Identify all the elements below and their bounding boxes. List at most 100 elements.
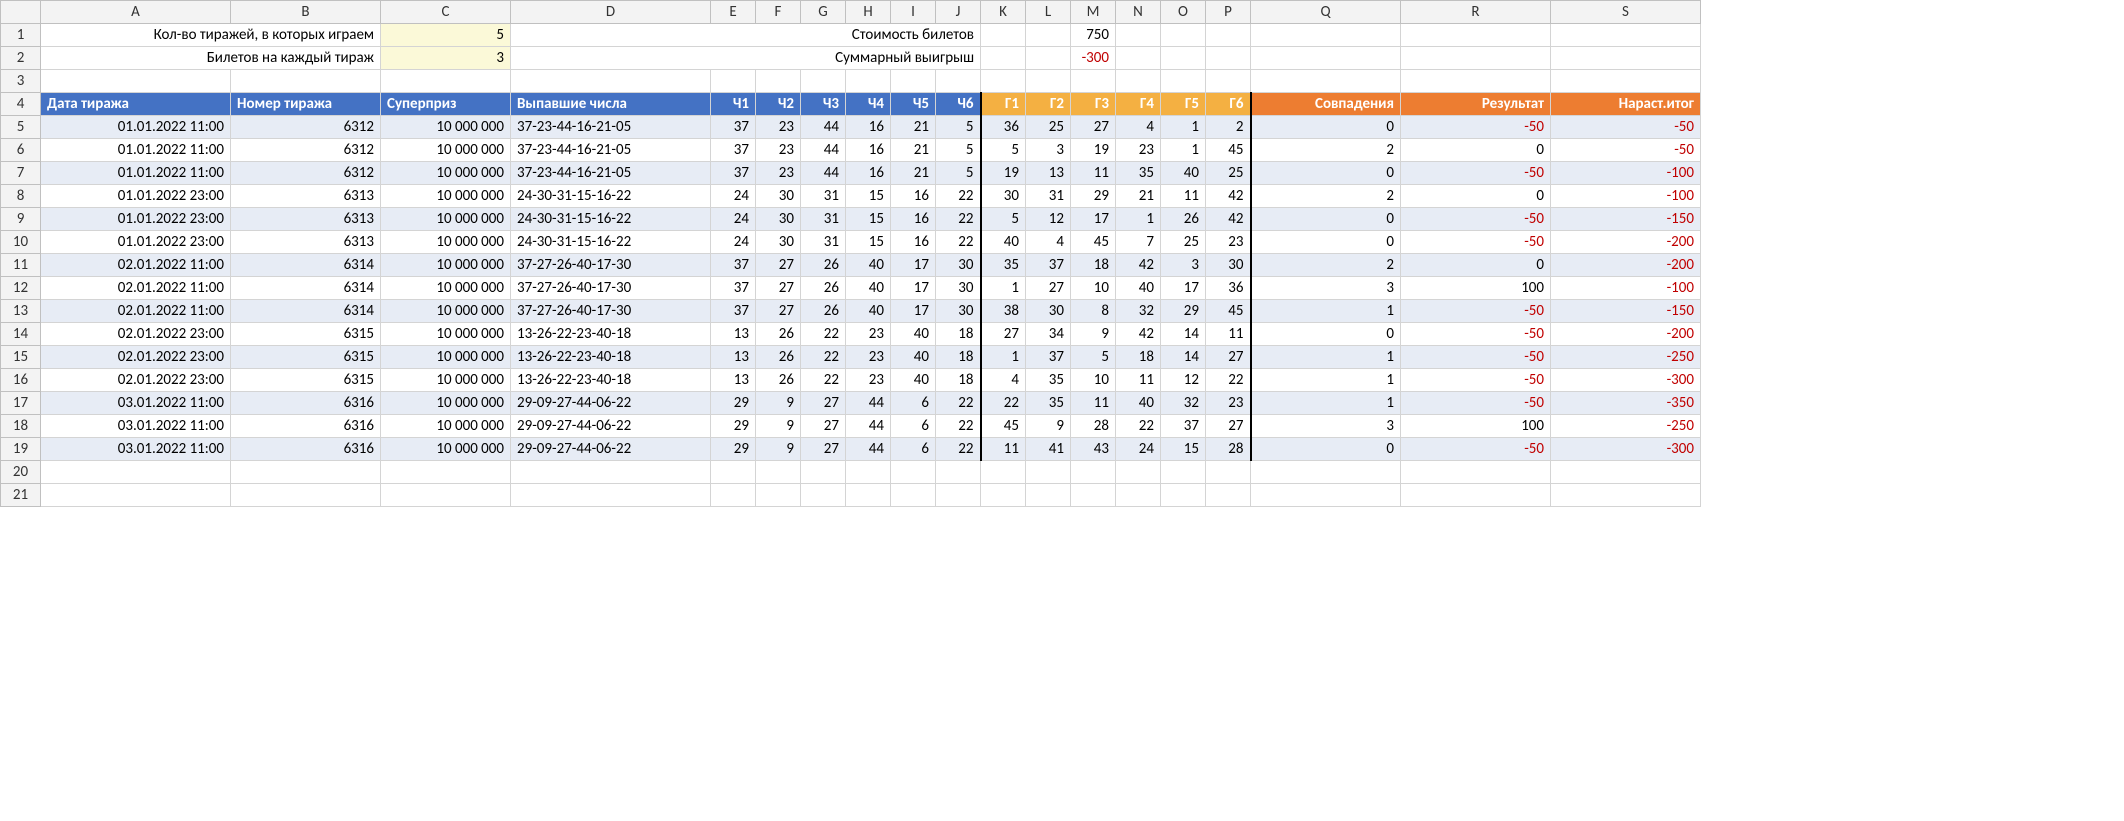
column-header[interactable]: P — [1206, 1, 1251, 24]
cell[interactable]: 9 — [1071, 323, 1116, 346]
cell[interactable]: 30 — [756, 231, 801, 254]
cell[interactable]: 29 — [1161, 300, 1206, 323]
cell[interactable] — [1026, 461, 1071, 484]
cell[interactable]: 37 — [711, 277, 756, 300]
cell[interactable]: 1 — [1161, 116, 1206, 139]
cell[interactable]: 11 — [1206, 323, 1251, 346]
cell[interactable] — [846, 70, 891, 93]
cell[interactable] — [1161, 461, 1206, 484]
cell[interactable] — [1551, 24, 1701, 47]
cell[interactable]: 32 — [1161, 392, 1206, 415]
cell[interactable]: 6316 — [231, 392, 381, 415]
cell[interactable]: 01.01.2022 11:00 — [41, 162, 231, 185]
cell[interactable] — [1206, 47, 1251, 70]
cell[interactable]: -50 — [1401, 392, 1551, 415]
cell[interactable]: 40 — [891, 323, 936, 346]
cell[interactable] — [1026, 70, 1071, 93]
cell[interactable]: 30 — [936, 300, 981, 323]
cell[interactable]: 44 — [846, 438, 891, 461]
cell[interactable]: 37 — [711, 139, 756, 162]
cell[interactable]: 21 — [891, 139, 936, 162]
cell[interactable]: 26 — [801, 277, 846, 300]
cell[interactable]: 29 — [711, 438, 756, 461]
cell[interactable] — [756, 484, 801, 507]
cell[interactable]: 28 — [1071, 415, 1116, 438]
cell[interactable]: 27 — [1026, 277, 1071, 300]
cell[interactable]: 6313 — [231, 231, 381, 254]
cell[interactable]: 27 — [801, 415, 846, 438]
cell[interactable] — [1206, 461, 1251, 484]
cell[interactable]: 30 — [936, 277, 981, 300]
cell[interactable]: 100 — [1401, 415, 1551, 438]
cell[interactable]: 18 — [1116, 346, 1161, 369]
table-header-cell[interactable]: Г3 — [1071, 93, 1116, 116]
cell[interactable]: 6 — [891, 415, 936, 438]
column-header[interactable]: G — [801, 1, 846, 24]
cell[interactable]: 1 — [1161, 139, 1206, 162]
cell[interactable]: -350 — [1551, 392, 1701, 415]
cell[interactable]: 6315 — [231, 369, 381, 392]
cell[interactable]: Кол-во тиражей, в которых играем — [41, 24, 381, 47]
cell[interactable]: 6314 — [231, 300, 381, 323]
cell[interactable] — [846, 484, 891, 507]
cell[interactable]: 11 — [1071, 162, 1116, 185]
table-header-cell[interactable]: Ч1 — [711, 93, 756, 116]
cell[interactable]: 5 — [381, 24, 511, 47]
cell[interactable] — [981, 70, 1026, 93]
cell[interactable] — [711, 484, 756, 507]
cell[interactable] — [936, 461, 981, 484]
cell[interactable]: 10 000 000 — [381, 300, 511, 323]
cell[interactable]: 23 — [846, 369, 891, 392]
cell[interactable]: 29 — [711, 392, 756, 415]
cell[interactable]: 12 — [1026, 208, 1071, 231]
cell[interactable]: 6312 — [231, 139, 381, 162]
row-header[interactable]: 14 — [1, 323, 41, 346]
cell[interactable]: 37-27-26-40-17-30 — [511, 254, 711, 277]
cell[interactable]: 35 — [1116, 162, 1161, 185]
table-header-cell[interactable]: Ч3 — [801, 93, 846, 116]
cell[interactable]: 12 — [1161, 369, 1206, 392]
cell[interactable] — [381, 70, 511, 93]
table-header-cell[interactable]: Ч6 — [936, 93, 981, 116]
cell[interactable]: -100 — [1551, 162, 1701, 185]
cell[interactable] — [1401, 461, 1551, 484]
cell[interactable]: 30 — [1206, 254, 1251, 277]
cell[interactable]: 1 — [1251, 392, 1401, 415]
row-header[interactable]: 17 — [1, 392, 41, 415]
cell[interactable]: 40 — [846, 300, 891, 323]
cell[interactable]: 01.01.2022 23:00 — [41, 185, 231, 208]
cell[interactable]: Стоимость билетов — [511, 24, 981, 47]
cell[interactable]: 16 — [891, 208, 936, 231]
cell[interactable]: 15 — [846, 208, 891, 231]
cell[interactable]: 31 — [801, 185, 846, 208]
cell[interactable] — [1251, 47, 1401, 70]
cell[interactable]: -50 — [1551, 116, 1701, 139]
cell[interactable]: 23 — [846, 346, 891, 369]
cell[interactable]: 17 — [1161, 277, 1206, 300]
cell[interactable]: 8 — [1071, 300, 1116, 323]
cell[interactable] — [231, 461, 381, 484]
cell[interactable]: 0 — [1251, 208, 1401, 231]
column-header[interactable]: M — [1071, 1, 1116, 24]
cell[interactable]: 02.01.2022 11:00 — [41, 300, 231, 323]
cell[interactable]: 43 — [1071, 438, 1116, 461]
row-header[interactable]: 9 — [1, 208, 41, 231]
cell[interactable]: 29-09-27-44-06-22 — [511, 438, 711, 461]
cell[interactable]: 26 — [1161, 208, 1206, 231]
row-header[interactable]: 16 — [1, 369, 41, 392]
spreadsheet-grid[interactable]: ABCDEFGHIJKLMNOPQRS1Кол-во тиражей, в ко… — [0, 0, 1701, 507]
cell[interactable]: 02.01.2022 23:00 — [41, 369, 231, 392]
cell[interactable] — [1116, 24, 1161, 47]
cell[interactable]: 22 — [936, 185, 981, 208]
cell[interactable]: 0 — [1401, 139, 1551, 162]
cell[interactable] — [231, 484, 381, 507]
row-header[interactable]: 2 — [1, 47, 41, 70]
cell[interactable]: 25 — [1161, 231, 1206, 254]
column-header[interactable]: E — [711, 1, 756, 24]
cell[interactable]: 16 — [846, 116, 891, 139]
cell[interactable]: 17 — [1071, 208, 1116, 231]
cell[interactable]: 13-26-22-23-40-18 — [511, 369, 711, 392]
cell[interactable] — [1116, 47, 1161, 70]
table-header-cell[interactable]: Суперприз — [381, 93, 511, 116]
cell[interactable]: -50 — [1401, 323, 1551, 346]
